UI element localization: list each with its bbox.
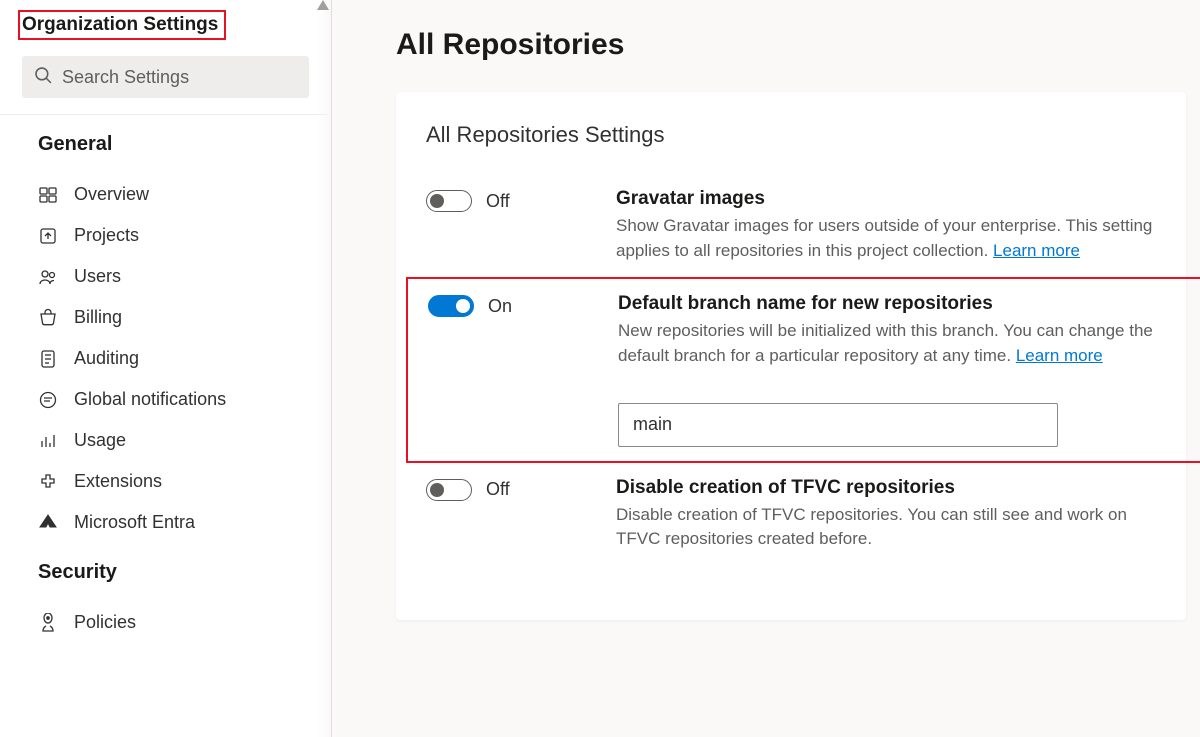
sidebar-item-label: Extensions: [74, 471, 162, 492]
auditing-icon: [38, 349, 58, 369]
section-header: Security: [38, 561, 331, 584]
page-title: All Repositories: [396, 28, 1200, 62]
policies-icon: [38, 613, 58, 633]
default-branch-input[interactable]: [618, 403, 1058, 447]
search-wrap: [0, 48, 331, 108]
toggle-gravatar[interactable]: [426, 190, 472, 212]
sidebar-item-auditing[interactable]: Auditing: [38, 338, 331, 379]
toggle-col: Off: [426, 477, 616, 501]
setting-disable-tfvc: Off Disable creation of TFVC repositorie…: [426, 477, 1186, 580]
search-input[interactable]: [62, 67, 297, 88]
toggle-label: Off: [486, 479, 510, 500]
sidebar-item-label: Policies: [74, 612, 136, 633]
projects-icon: [38, 226, 58, 246]
sidebar-item-label: Projects: [74, 225, 139, 246]
section-header: General: [38, 133, 331, 156]
setting-body: Gravatar images Show Gravatar images for…: [616, 188, 1186, 263]
toggle-label: Off: [486, 191, 510, 212]
toggle-disable-tfvc[interactable]: [426, 479, 472, 501]
sidebar-item-label: Usage: [74, 430, 126, 451]
sidebar-item-usage[interactable]: Usage: [38, 420, 331, 461]
notifications-icon: [38, 390, 58, 410]
sidebar-item-projects[interactable]: Projects: [38, 215, 331, 256]
entra-icon: [38, 513, 58, 533]
overview-icon: [38, 185, 58, 205]
sidebar-item-label: Billing: [74, 307, 122, 328]
setting-default-branch: On Default branch name for new repositor…: [406, 277, 1200, 462]
main-content: All Repositories All Repositories Settin…: [332, 0, 1200, 737]
card-title: All Repositories Settings: [426, 122, 1186, 148]
sidebar-item-extensions[interactable]: Extensions: [38, 461, 331, 502]
sidebar-item-policies[interactable]: Policies: [38, 602, 331, 643]
sidebar-title: Organization Settings: [18, 10, 226, 40]
setting-desc: Show Gravatar images for users outside o…: [616, 214, 1156, 263]
setting-body: Default branch name for new repositories…: [618, 293, 1184, 446]
toggle-col: Off: [426, 188, 616, 212]
setting-body: Disable creation of TFVC repositories Di…: [616, 477, 1186, 552]
sidebar-item-notifications[interactable]: Global notifications: [38, 379, 331, 420]
search-icon: [34, 66, 52, 89]
billing-icon: [38, 308, 58, 328]
setting-title: Default branch name for new repositories: [618, 293, 1154, 315]
toggle-col: On: [428, 293, 618, 317]
sidebar-item-label: Overview: [74, 184, 149, 205]
sidebar: Organization Settings General Overview P…: [0, 0, 332, 737]
sidebar-title-wrap: Organization Settings: [0, 0, 331, 48]
setting-desc-text: Disable creation of TFVC repositories. Y…: [616, 505, 1127, 549]
usage-icon: [38, 431, 58, 451]
sidebar-item-overview[interactable]: Overview: [38, 174, 331, 215]
setting-title: Disable creation of TFVC repositories: [616, 477, 1156, 499]
setting-title: Gravatar images: [616, 188, 1156, 210]
learn-more-link[interactable]: Learn more: [993, 241, 1080, 260]
toggle-default-branch[interactable]: [428, 295, 474, 317]
learn-more-link[interactable]: Learn more: [1016, 346, 1103, 365]
sidebar-item-users[interactable]: Users: [38, 256, 331, 297]
users-icon: [38, 267, 58, 287]
section-general: General Overview Projects Users Billing: [0, 115, 331, 543]
section-security: Security Policies: [0, 543, 331, 643]
setting-desc: New repositories will be initialized wit…: [618, 319, 1154, 368]
sidebar-item-label: Users: [74, 266, 121, 287]
sidebar-item-label: Global notifications: [74, 389, 226, 410]
scroll-up-arrow-icon: [317, 0, 329, 10]
sidebar-item-billing[interactable]: Billing: [38, 297, 331, 338]
search-box[interactable]: [22, 56, 309, 98]
settings-card: All Repositories Settings Off Gravatar i…: [396, 92, 1186, 620]
sidebar-item-label: Microsoft Entra: [74, 512, 195, 533]
extensions-icon: [38, 472, 58, 492]
setting-gravatar: Off Gravatar images Show Gravatar images…: [426, 188, 1186, 291]
sidebar-item-entra[interactable]: Microsoft Entra: [38, 502, 331, 543]
toggle-label: On: [488, 296, 512, 317]
sidebar-item-label: Auditing: [74, 348, 139, 369]
scrollbar[interactable]: [317, 0, 331, 737]
setting-desc: Disable creation of TFVC repositories. Y…: [616, 503, 1156, 552]
